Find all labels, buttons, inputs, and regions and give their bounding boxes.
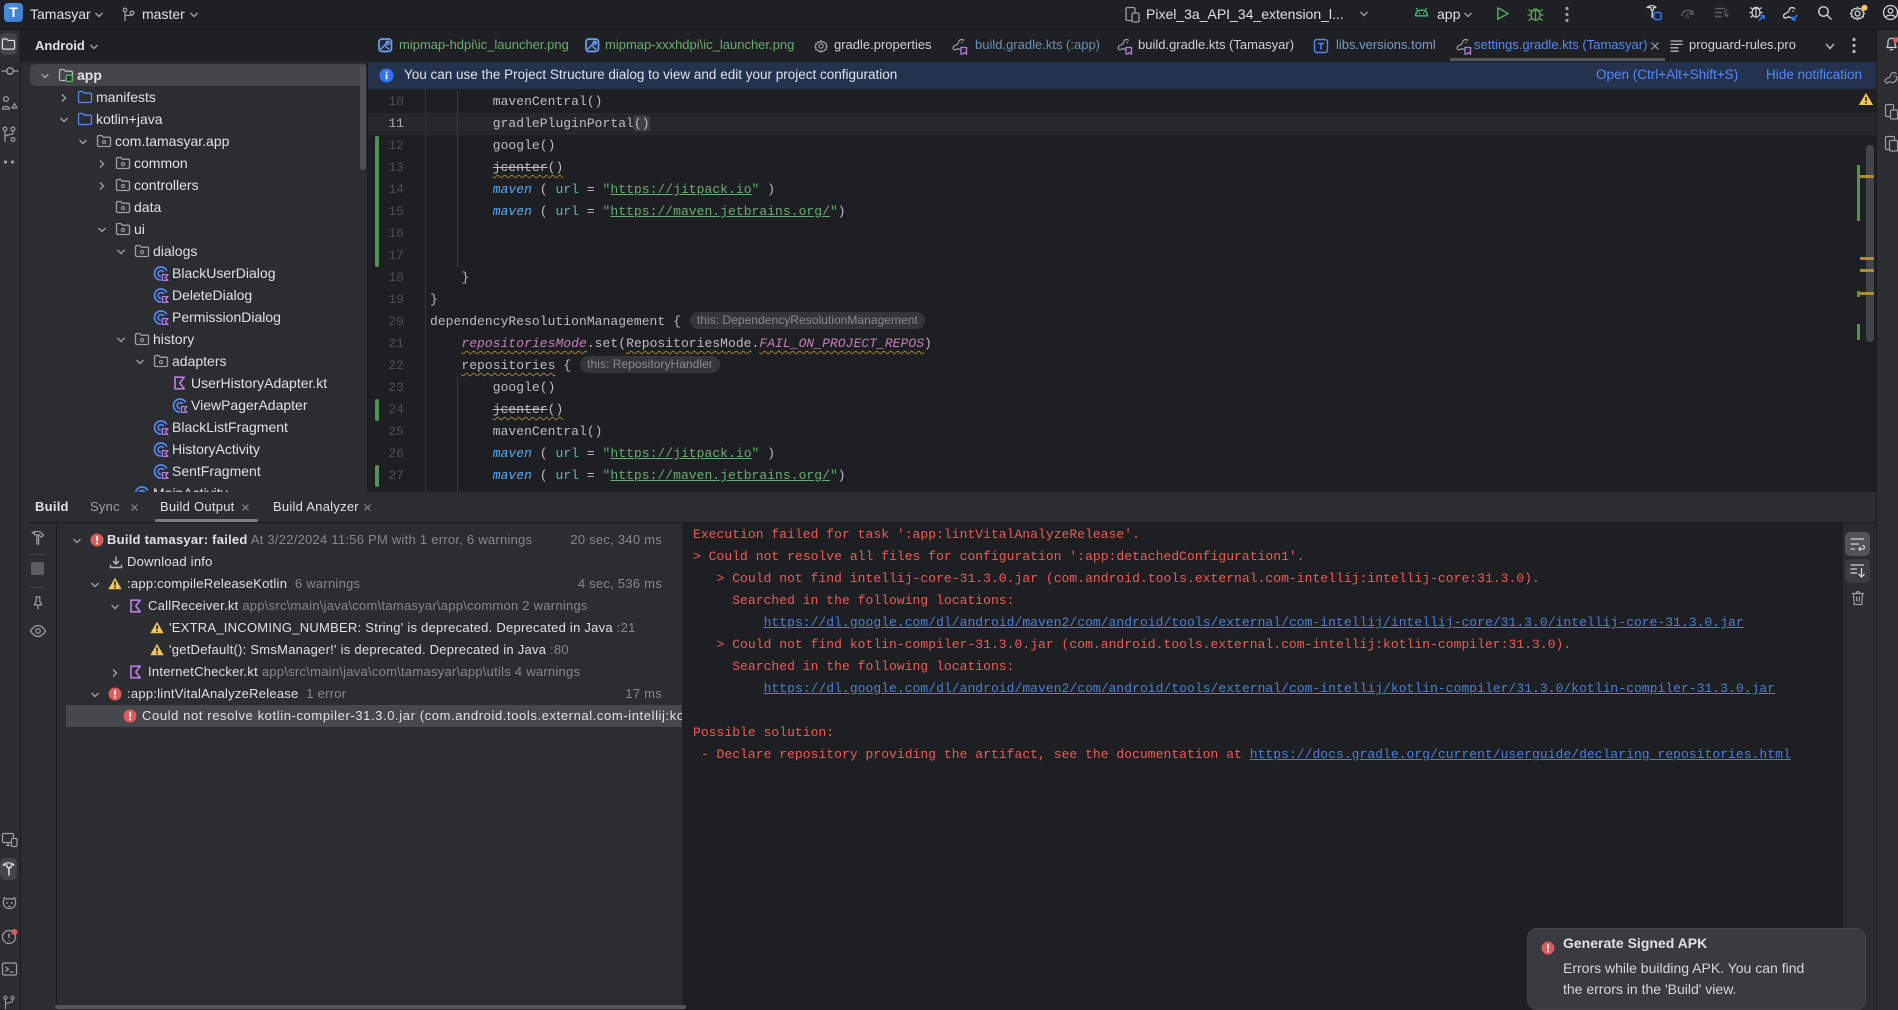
svg-text:A: A	[1685, 12, 1690, 21]
